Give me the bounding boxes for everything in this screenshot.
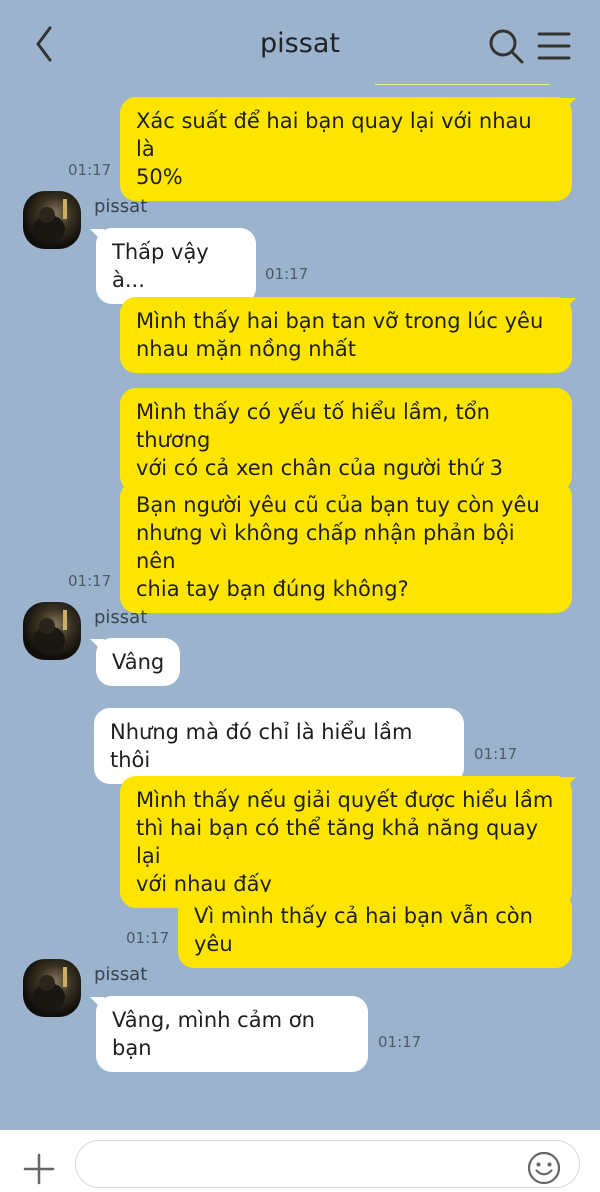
message-text-line: Vâng, mình cảm ơn bạn	[112, 1008, 315, 1060]
message-bubble-received[interactable]: Vâng	[96, 638, 180, 686]
plus-icon	[23, 1153, 55, 1185]
sender-name: pissat	[94, 964, 148, 985]
message-text-line: nhưng vì không chấp nhận phản bội nên	[136, 521, 515, 573]
sender-name: pissat	[94, 607, 148, 628]
composer-bar	[0, 1130, 600, 1192]
message-bubble-sent[interactable]: Mình thấy hai bạn tan vỡ trong lúc yêu n…	[120, 297, 572, 373]
message-bubble-sent[interactable]: Bạn người yêu cũ của bạn tuy còn yêu như…	[120, 481, 572, 613]
message-text-line: Nhưng mà đó chỉ là hiểu lầm thôi	[110, 720, 413, 772]
add-attachment-button[interactable]	[22, 1152, 56, 1186]
message-input[interactable]	[75, 1140, 580, 1188]
avatar-photo	[33, 610, 67, 654]
message-timestamp: 01:17	[68, 572, 112, 590]
message-text-line: Vâng	[112, 650, 165, 674]
emoji-button[interactable]	[526, 1150, 562, 1186]
message-text-line: Mình thấy hai bạn tan vỡ trong lúc yêu	[136, 309, 544, 333]
message-timestamp: 01:17	[68, 161, 112, 179]
avatar[interactable]	[23, 602, 81, 660]
message-bubble-received[interactable]: Thấp vậy à...	[96, 228, 256, 304]
message-text-line: Mình thấy nếu giải quyết được hiểu lầm	[136, 788, 554, 812]
search-button[interactable]	[486, 26, 526, 66]
sender-name: pissat	[94, 196, 148, 217]
avatar-photo	[33, 967, 67, 1011]
message-text-line: Mình thấy có yếu tố hiểu lầm, tổn thương	[136, 400, 490, 452]
bubble-tail	[562, 298, 576, 312]
emoji-icon	[527, 1151, 561, 1185]
avatar[interactable]	[23, 959, 81, 1017]
message-bubble-sent[interactable]: Mình thấy có yếu tố hiểu lầm, tổn thương…	[120, 388, 572, 492]
avatar[interactable]	[23, 191, 81, 249]
message-timestamp: 01:17	[378, 1033, 422, 1051]
message-bubble-received[interactable]: Vâng, mình cảm ơn bạn	[96, 996, 368, 1072]
chat-header: pissat	[0, 0, 600, 90]
bubble-tail	[562, 777, 576, 791]
search-icon	[489, 29, 524, 64]
message-bubble-sent[interactable]: Vì mình thấy cả hai bạn vẫn còn yêu	[178, 892, 572, 968]
message-bubble-sent[interactable]: Mình thấy nếu giải quyết được hiểu lầm t…	[120, 776, 572, 908]
message-timestamp: 01:17	[474, 745, 518, 763]
message-bubble-sent[interactable]: Xác suất để hai bạn quay lại với nhau là…	[120, 97, 572, 201]
message-text-line: Xác suất để hai bạn quay lại với nhau là	[136, 109, 532, 161]
message-text-line: Bạn người yêu cũ của bạn tuy còn yêu	[136, 493, 540, 517]
menu-button[interactable]	[536, 28, 572, 64]
message-text-line: thì hai bạn có thể tăng khả năng quay lạ…	[136, 816, 538, 868]
message-text-line: với có cả xen chân của người thứ 3	[136, 456, 503, 480]
message-timestamp: 01:17	[126, 929, 170, 947]
menu-icon	[537, 32, 571, 60]
avatar-photo	[33, 199, 67, 243]
message-text-line: nhau mặn nồng nhất	[136, 337, 356, 361]
message-text-line: Vì mình thấy cả hai bạn vẫn còn yêu	[194, 904, 533, 956]
message-text-line: chia tay bạn đúng không?	[136, 577, 409, 601]
header-divider	[375, 84, 550, 85]
message-text-line: 50%	[136, 165, 183, 189]
bubble-tail	[562, 98, 576, 112]
message-bubble-received[interactable]: Nhưng mà đó chỉ là hiểu lầm thôi	[94, 708, 464, 784]
message-timestamp: 01:17	[265, 265, 309, 283]
message-text-line: Thấp vậy à...	[112, 240, 209, 292]
